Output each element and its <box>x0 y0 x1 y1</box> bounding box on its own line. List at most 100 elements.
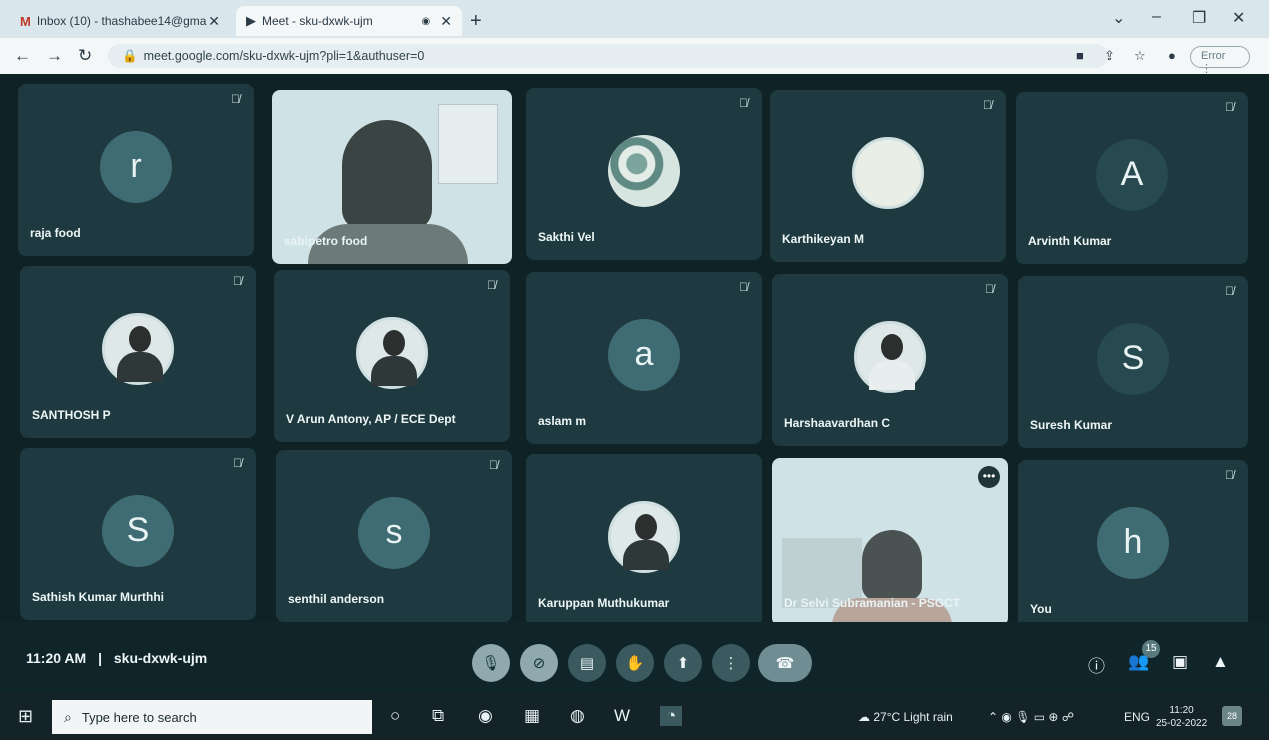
windows-taskbar: ⊞ ⌕ Type here to search ○ ⧉ ◉ ▦ ◍ W ◔ ☁ … <box>0 694 1269 740</box>
chrome-icon[interactable]: ◍ <box>570 706 585 726</box>
participant-video-tile[interactable]: ••• Dr Selvi Subramanian - PSGCT <box>772 458 1008 626</box>
separator: | <box>98 650 102 666</box>
participant-tile[interactable]: 🎙̸ r raja food <box>18 84 254 256</box>
camera-icon[interactable]: ■ <box>1076 48 1084 63</box>
participant-tile[interactable]: 🎙̸ A Arvinth Kumar <box>1016 92 1248 264</box>
mic-toggle-button[interactable]: 🎙 <box>472 644 510 682</box>
more-options-icon[interactable]: ••• <box>978 466 1000 488</box>
participant-tile[interactable]: 🎙̸ Harshaavardhan C <box>772 274 1008 446</box>
participant-tile[interactable]: 🎙̸ a aslam m <box>526 272 762 444</box>
meeting-controls-bar: 11:20 AM | sku-dxwk-ujm 🎙 ⊘ ▤ ✋ ⬆ ⋮ ☎ ⓘ … <box>0 622 1269 692</box>
mic-off-icon: 🎙̸ <box>489 458 498 472</box>
participant-tile[interactable]: 🎙̸ V Arun Antony, AP / ECE Dept <box>274 270 510 442</box>
participant-name: Sakthi Vel <box>538 230 595 244</box>
participant-name: sabipetro food <box>284 234 368 248</box>
edge-icon[interactable]: ◉ <box>478 706 493 726</box>
tab-search-icon[interactable]: ⌄ <box>1112 8 1125 28</box>
participant-name: Karuppan Muthukumar <box>538 596 670 610</box>
info-icon[interactable]: ⓘ <box>1088 652 1105 677</box>
meeting-time: 11:20 AM <box>26 650 87 666</box>
participant-name: aslam m <box>538 414 587 428</box>
file-explorer-icon[interactable]: ▦ <box>524 706 540 726</box>
reload-icon[interactable]: ↻ <box>78 46 92 66</box>
participant-name: senthil anderson <box>288 592 385 606</box>
close-window-button[interactable]: ✕ <box>1232 8 1245 28</box>
raise-hand-button[interactable]: ✋ <box>616 644 654 682</box>
participant-name: Dr Selvi Subramanian - PSGCT <box>784 596 961 610</box>
wall-calendar <box>438 104 498 184</box>
participant-tile-self[interactable]: 🎙̸ h You <box>1018 460 1248 632</box>
participant-figure <box>342 120 432 230</box>
task-view-icon[interactable]: ⧉ <box>432 706 444 726</box>
participant-tile[interactable]: 🎙̸ SANTHOSH P <box>20 266 256 438</box>
meet-taskbar-icon[interactable]: ◔ <box>660 706 683 726</box>
participant-tile[interactable]: 🎙̸ s senthil anderson <box>276 450 512 622</box>
cortana-icon[interactable]: ○ <box>390 706 400 726</box>
participant-name: V Arun Antony, AP / ECE Dept <box>286 412 456 426</box>
participant-name: Sathish Kumar Murthhi <box>32 590 165 604</box>
mic-off-icon: 🎙̸ <box>985 282 994 296</box>
weather-widget[interactable]: ☁ 27°C Light rain <box>858 710 953 724</box>
avatar <box>608 134 680 207</box>
participant-name: Karthikeyan M <box>782 232 865 246</box>
avatar <box>608 500 680 573</box>
camera-toggle-button[interactable]: ⊘ <box>520 644 558 682</box>
chat-icon[interactable]: ▣ <box>1172 652 1188 672</box>
mic-off-icon: 🎙̸ <box>1225 100 1234 114</box>
restore-button[interactable]: ❐ <box>1192 8 1206 28</box>
windows-start-icon[interactable]: ⊞ <box>18 706 33 727</box>
mic-off-icon: 🎙̸ <box>233 456 242 470</box>
mic-off-icon: 🎙̸ <box>739 280 748 294</box>
tab-meet[interactable]: ▶ Meet - sku-dxwk-ujm ◉ ✕ <box>236 6 462 36</box>
present-screen-button[interactable]: ⬆ <box>664 644 702 682</box>
minimize-button[interactable]: – <box>1152 8 1161 26</box>
mic-off-icon: 🎙̸ <box>233 274 242 288</box>
system-tray-icons[interactable]: ⌃ ◉ 🎙 ▭ ⊕ ☍ <box>988 710 1074 724</box>
mic-off-icon: 🎙̸ <box>1225 468 1234 482</box>
profile-icon[interactable]: ● <box>1168 48 1176 63</box>
people-icon[interactable]: 👥 <box>1128 652 1149 672</box>
participant-name: You <box>1030 602 1052 616</box>
notification-center-icon[interactable]: 28 <box>1222 706 1242 726</box>
meet-icon: ▶ <box>246 13 256 28</box>
participant-name: SANTHOSH P <box>32 408 111 422</box>
share-icon[interactable]: ⇪ <box>1104 48 1115 64</box>
participant-tile[interactable]: 🎙̸ Karthikeyan M <box>770 90 1006 262</box>
word-icon[interactable]: W <box>614 706 630 726</box>
mic-off-icon: 🎙̸ <box>739 96 748 110</box>
url-text: meet.google.com/sku-dxwk-ujm?pli=1&authu… <box>143 49 425 63</box>
avatar: r <box>100 130 172 203</box>
leave-call-button[interactable]: ☎ <box>758 644 812 682</box>
more-options-button[interactable]: ⋮ <box>712 644 750 682</box>
taskbar-search-box[interactable]: ⌕ Type here to search <box>52 700 372 734</box>
browser-tab-bar: M Inbox (10) - thashabee14@gma ✕ ▶ Meet … <box>0 0 1269 38</box>
clock-date: 25-02-2022 <box>1156 718 1208 729</box>
screen: M Inbox (10) - thashabee14@gma ✕ ▶ Meet … <box>0 0 1269 740</box>
mic-off-icon: 🎙̸ <box>983 98 992 112</box>
participant-video-tile[interactable]: sabipetro food <box>272 90 512 264</box>
mic-off-icon: 🎙̸ <box>487 278 496 292</box>
participant-tile[interactable]: 🎙̸ S Suresh Kumar <box>1018 276 1248 448</box>
bookmark-star-icon[interactable]: ☆ <box>1134 48 1146 64</box>
tab-label: Inbox (10) - thashabee14@gma <box>36 14 207 28</box>
participant-tile[interactable]: Karuppan Muthukumar <box>526 454 762 626</box>
activities-icon[interactable]: ▲ <box>1212 652 1229 672</box>
new-tab-button[interactable]: + <box>470 10 482 33</box>
mic-off-icon: 🎙̸ <box>1225 284 1234 298</box>
participant-name: Harshaavardhan C <box>784 416 891 430</box>
error-button[interactable]: Error ⋮ <box>1190 46 1250 75</box>
close-icon[interactable]: ✕ <box>208 13 220 30</box>
participant-tile[interactable]: 🎙̸ Sakthi Vel <box>526 88 762 260</box>
participant-tile[interactable]: 🎙̸ S Sathish Kumar Murthhi <box>20 448 256 620</box>
participant-name: Arvinth Kumar <box>1028 234 1112 248</box>
taskbar-clock[interactable]: 11:20 25-02-2022 <box>1156 704 1207 730</box>
url-field[interactable]: 🔒 meet.google.com/sku-dxwk-ujm?pli=1&auth… <box>108 44 1108 68</box>
avatar: a <box>608 318 680 391</box>
forward-icon[interactable]: → <box>46 46 63 66</box>
language-indicator[interactable]: ENG <box>1124 710 1150 724</box>
captions-button[interactable]: ▤ <box>568 644 606 682</box>
close-icon[interactable]: ✕ <box>440 13 452 30</box>
tab-gmail[interactable]: M Inbox (10) - thashabee14@gma ✕ <box>10 6 230 36</box>
back-icon[interactable]: ← <box>14 46 31 66</box>
meeting-info: 11:20 AM | sku-dxwk-ujm <box>26 650 207 666</box>
